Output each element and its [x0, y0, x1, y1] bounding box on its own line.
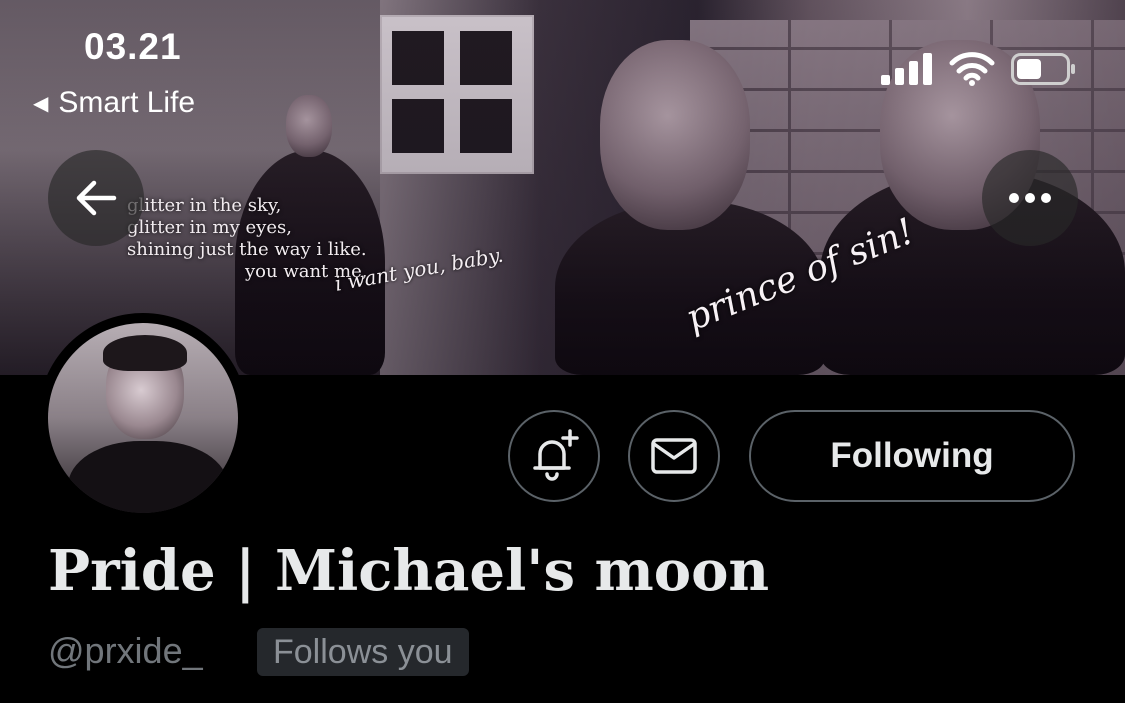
profile-avatar[interactable]: [38, 313, 248, 523]
status-time: 03.21: [84, 26, 182, 67]
profile-handle: @prxide_: [48, 630, 203, 671]
wifi-icon: [949, 52, 995, 86]
profile-display-name: Pride | Michael's moon: [48, 538, 770, 604]
status-icons: [881, 52, 1077, 86]
more-options-button[interactable]: [982, 150, 1078, 246]
envelope-icon: [651, 438, 697, 474]
arrow-left-icon: [76, 180, 117, 216]
more-horizontal-icon: [1009, 193, 1051, 203]
follows-you-badge: Follows you: [257, 628, 469, 676]
following-button[interactable]: Following: [749, 410, 1075, 502]
back-app-label: Smart Life: [58, 86, 196, 119]
quote-line: glitter in the sky,: [127, 195, 282, 216]
notifications-button[interactable]: [508, 410, 600, 502]
quote-line: glitter in my eyes,: [127, 217, 292, 238]
cellular-signal-icon: [881, 53, 932, 85]
back-button[interactable]: [48, 150, 144, 246]
bell-plus-icon: [533, 429, 579, 481]
quote-line: shining just the way i like.: [127, 239, 367, 260]
message-button[interactable]: [628, 410, 720, 502]
back-to-app-link[interactable]: ◀ Smart Life: [33, 86, 195, 120]
battery-icon: [1011, 53, 1075, 85]
avatar-photo: [48, 323, 238, 513]
back-triangle-icon: ◀: [33, 92, 49, 115]
